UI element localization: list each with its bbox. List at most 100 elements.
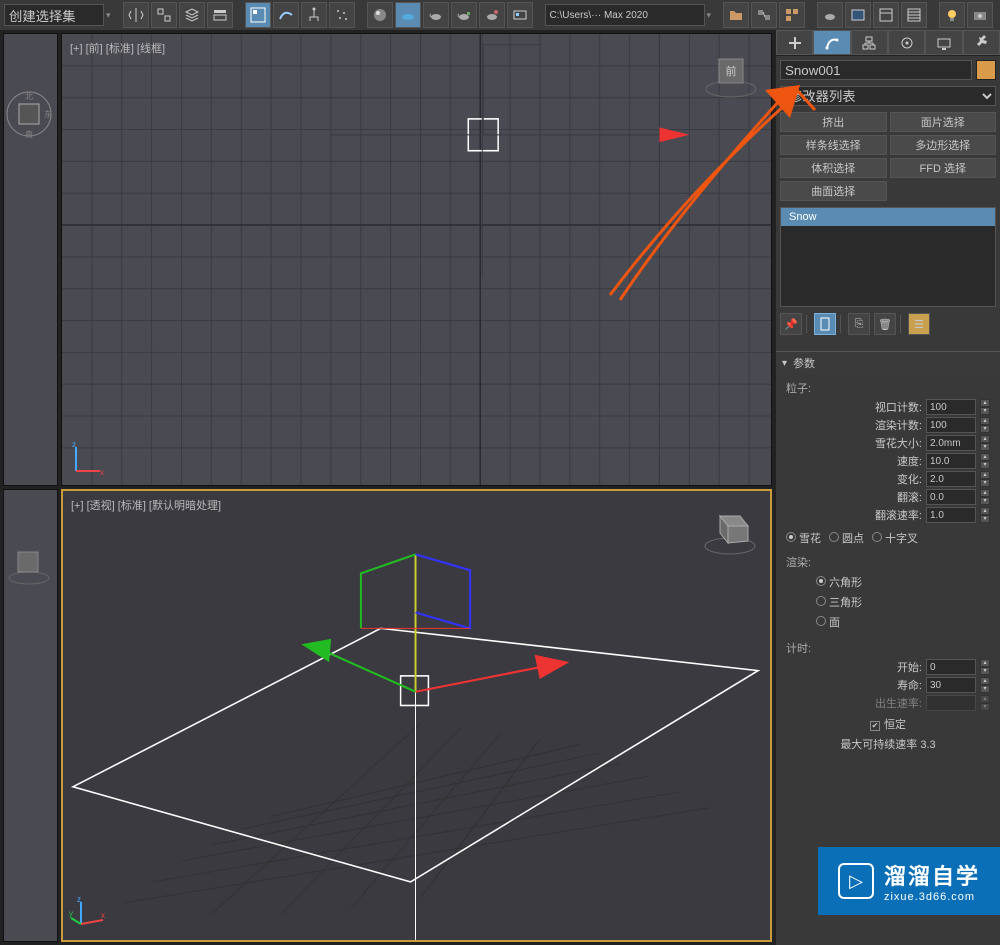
link-icon[interactable] bbox=[751, 2, 777, 28]
svg-text:x: x bbox=[100, 468, 104, 477]
btn-surface-select[interactable]: 曲面选择 bbox=[780, 181, 887, 201]
btn-extrude[interactable]: 挤出 bbox=[780, 112, 887, 132]
modifier-list-dropdown[interactable]: 修改器列表 bbox=[780, 86, 996, 106]
pin-stack-icon[interactable]: 📌 bbox=[780, 313, 802, 335]
btn-spline-select[interactable]: 样条线选择 bbox=[780, 135, 887, 155]
watermark-badge: ▷ 溜溜自学 zixue.3d66.com bbox=[818, 847, 1000, 915]
modifier-stack[interactable]: Snow bbox=[780, 207, 996, 307]
rollup-parameters[interactable]: 参数 bbox=[776, 351, 1000, 374]
tool-curve-editor-icon[interactable] bbox=[245, 2, 271, 28]
svg-text:z: z bbox=[77, 895, 81, 904]
label-render-count: 渲染计数: bbox=[875, 417, 922, 433]
input-start[interactable] bbox=[926, 659, 976, 675]
tool-ribbon-icon[interactable] bbox=[207, 2, 233, 28]
make-unique-icon[interactable]: ⎘ bbox=[848, 313, 870, 335]
input-speed[interactable] bbox=[926, 453, 976, 469]
selection-set-combo[interactable]: 创建选择集 bbox=[4, 4, 104, 26]
spinner-icon[interactable]: ▴▾ bbox=[980, 659, 990, 675]
tool-schematic-icon[interactable] bbox=[301, 2, 327, 28]
tool-layers-icon[interactable] bbox=[179, 2, 205, 28]
label-tumble: 翻滚: bbox=[897, 489, 922, 505]
show-end-result-icon[interactable] bbox=[814, 313, 836, 335]
spinner-icon[interactable]: ▴▾ bbox=[980, 435, 990, 451]
asset-icon[interactable] bbox=[779, 2, 805, 28]
viewcube-icon[interactable]: 北东南 bbox=[3, 84, 58, 144]
spinner-icon: ▴▾ bbox=[980, 695, 990, 711]
viewport-left-small[interactable] bbox=[3, 489, 58, 942]
viewport-top-small[interactable]: 北东南 bbox=[3, 33, 58, 486]
remove-modifier-icon[interactable]: 🗑 bbox=[874, 313, 896, 335]
teapot-1-icon[interactable] bbox=[423, 2, 449, 28]
svg-text:z: z bbox=[72, 440, 76, 449]
tool-dope-sheet-icon[interactable] bbox=[273, 2, 299, 28]
snapshot-icon[interactable] bbox=[967, 2, 993, 28]
spinner-icon[interactable]: ▴▾ bbox=[980, 417, 990, 433]
spinner-icon[interactable]: ▴▾ bbox=[980, 489, 990, 505]
spinner-icon[interactable]: ▴▾ bbox=[980, 507, 990, 523]
configure-sets-icon[interactable]: ☰ bbox=[908, 313, 930, 335]
object-color-swatch[interactable] bbox=[976, 60, 996, 80]
tool-material-icon[interactable] bbox=[367, 2, 393, 28]
tool-particle-icon[interactable] bbox=[329, 2, 355, 28]
label-viewport-count: 视口计数: bbox=[875, 399, 922, 415]
spinner-icon[interactable]: ▴▾ bbox=[980, 471, 990, 487]
object-name-input[interactable] bbox=[780, 60, 972, 80]
label-start: 开始: bbox=[897, 659, 922, 675]
btn-poly-select[interactable]: 多边形选择 bbox=[890, 135, 997, 155]
radio-dot[interactable]: 圆点 bbox=[829, 530, 864, 546]
tool-render-icon[interactable] bbox=[395, 2, 421, 28]
tab-motion[interactable] bbox=[888, 30, 925, 55]
input-viewport-count[interactable] bbox=[926, 399, 976, 415]
spinner-icon[interactable]: ▴▾ bbox=[980, 453, 990, 469]
viewcube-persp-icon[interactable] bbox=[700, 501, 760, 561]
label-variation: 变化: bbox=[897, 471, 922, 487]
radio-face[interactable]: 面 bbox=[816, 614, 840, 630]
scene-explorer-icon[interactable] bbox=[873, 2, 899, 28]
max-sustain-label: 最大可持续速率 3.3 bbox=[786, 734, 990, 754]
render-preset-icon[interactable] bbox=[507, 2, 533, 28]
tool-align-icon[interactable] bbox=[151, 2, 177, 28]
svg-text:前: 前 bbox=[726, 64, 737, 78]
input-tumble[interactable] bbox=[926, 489, 976, 505]
viewcube-small-icon[interactable] bbox=[4, 540, 54, 590]
btn-volume-select[interactable]: 体积选择 bbox=[780, 158, 887, 178]
open-file-icon[interactable] bbox=[723, 2, 749, 28]
btn-face-select[interactable]: 面片选择 bbox=[890, 112, 997, 132]
viewcube-front-icon[interactable]: 前 bbox=[701, 44, 761, 104]
input-birth-rate bbox=[926, 695, 976, 711]
input-flake-size[interactable] bbox=[926, 435, 976, 451]
lightbulb-icon[interactable] bbox=[939, 2, 965, 28]
tab-utilities[interactable] bbox=[963, 30, 1000, 55]
tab-modify[interactable] bbox=[813, 30, 850, 55]
input-render-count[interactable] bbox=[926, 417, 976, 433]
spinner-icon[interactable]: ▴▾ bbox=[980, 399, 990, 415]
input-tumble-rate[interactable] bbox=[926, 507, 976, 523]
teapot-render-icon[interactable] bbox=[817, 2, 843, 28]
spinner-icon[interactable]: ▴▾ bbox=[980, 677, 990, 693]
main-toolbar: 创建选择集 ▾ ▾ bbox=[0, 0, 1000, 30]
tab-hierarchy[interactable] bbox=[851, 30, 888, 55]
teapot-3-icon[interactable] bbox=[479, 2, 505, 28]
tab-display[interactable] bbox=[925, 30, 962, 55]
radio-snow[interactable]: 雪花 bbox=[786, 530, 821, 546]
stack-item-snow[interactable]: Snow bbox=[781, 208, 995, 226]
batch-render-icon[interactable] bbox=[901, 2, 927, 28]
perspective-scene-icon bbox=[63, 491, 770, 940]
viewport-perspective[interactable]: [+] [透视] [标准] [默认明暗处理] bbox=[61, 489, 772, 942]
input-life[interactable] bbox=[926, 677, 976, 693]
checkbox-constant[interactable]: ✔恒定 bbox=[870, 716, 906, 732]
viewport-label-persp[interactable]: [+] [透视] [标准] [默认明暗处理] bbox=[71, 497, 221, 513]
tab-create[interactable] bbox=[776, 30, 813, 55]
radio-tri[interactable]: 三角形 bbox=[816, 594, 862, 610]
teapot-2-icon[interactable] bbox=[451, 2, 477, 28]
btn-ffd-select[interactable]: FFD 选择 bbox=[890, 158, 997, 178]
viewport-front[interactable]: [+] [前] [标准] [线框] 前 bbox=[61, 33, 772, 486]
render-frame-icon[interactable] bbox=[845, 2, 871, 28]
input-variation[interactable] bbox=[926, 471, 976, 487]
radio-cross[interactable]: 十字叉 bbox=[872, 530, 918, 546]
viewport-label[interactable]: [+] [前] [标准] [线框] bbox=[70, 40, 165, 56]
project-path-combo[interactable] bbox=[545, 4, 705, 26]
group-timing: 计时: bbox=[786, 638, 990, 658]
radio-hex[interactable]: 六角形 bbox=[816, 574, 862, 590]
tool-mirror-icon[interactable] bbox=[123, 2, 149, 28]
